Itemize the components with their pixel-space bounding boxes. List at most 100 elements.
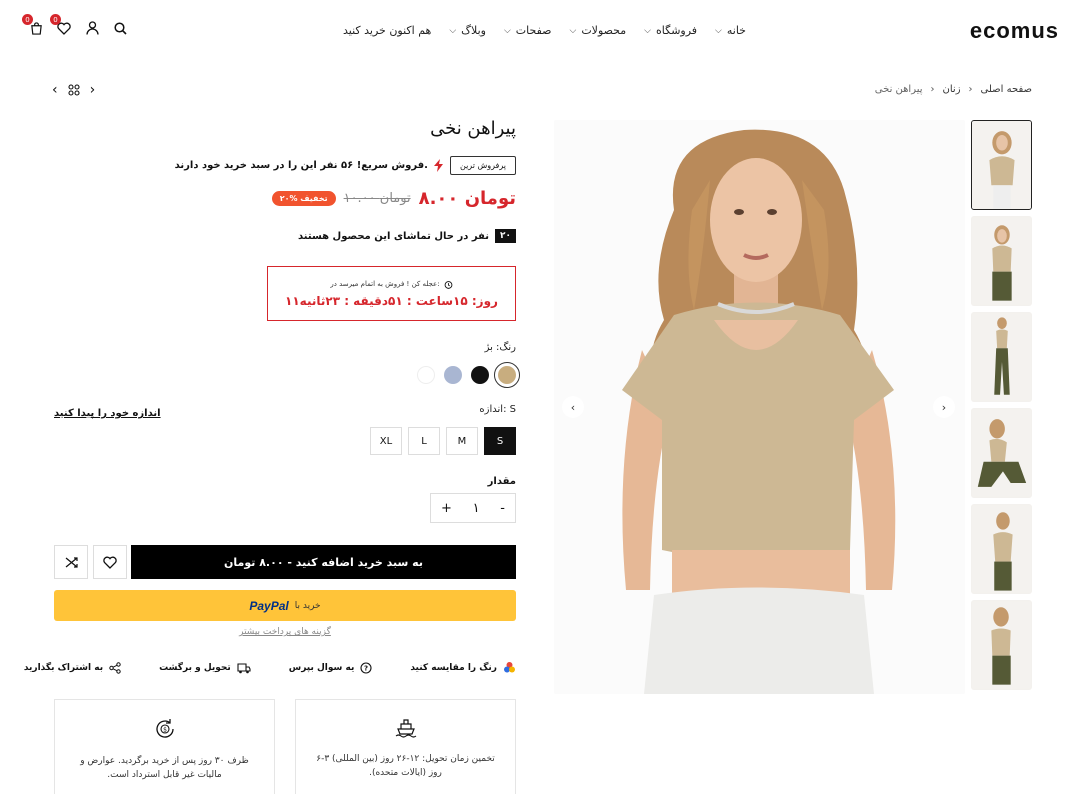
nav-label: هم اکنون خرید کنید bbox=[342, 24, 432, 37]
nav-pages[interactable]: صفحات ⌵ bbox=[504, 24, 552, 37]
delivery-action[interactable]: تحویل و برگشت bbox=[159, 661, 251, 674]
action-label: یه سوال بپرس bbox=[288, 662, 355, 673]
thumbnail[interactable] bbox=[971, 504, 1032, 594]
ship-icon bbox=[395, 719, 416, 738]
nav-label: خانه bbox=[726, 24, 746, 37]
compare-button[interactable] bbox=[54, 545, 88, 579]
next-image-button[interactable]: › bbox=[933, 396, 955, 418]
model-thumbnail-image bbox=[972, 601, 1031, 689]
alarm-clock-icon bbox=[444, 280, 452, 289]
breadcrumb-category[interactable]: زنان bbox=[943, 84, 961, 95]
prev-image-button[interactable]: ‹ bbox=[562, 396, 584, 418]
truck-icon bbox=[237, 662, 251, 673]
logo[interactable]: ecomus bbox=[970, 18, 1059, 44]
thumbnail[interactable] bbox=[971, 216, 1032, 306]
model-thumbnail-image bbox=[972, 313, 1031, 401]
ask-question-action[interactable]: ? یه سوال بپرس bbox=[289, 661, 373, 674]
nav-shop[interactable]: فروشگاه ⌵ bbox=[644, 24, 697, 37]
best-seller-badge[interactable]: پرفروش ترین bbox=[449, 156, 516, 175]
model-thumbnail-image bbox=[972, 505, 1031, 593]
search-icon bbox=[113, 21, 127, 35]
breadcrumb: صفحه اصلی › زنان › پیراهن نخی bbox=[875, 84, 1032, 95]
discount-badge: ۲۰% تخفیف bbox=[271, 191, 336, 206]
paypal-brand: PayPal bbox=[249, 598, 289, 613]
model-thumbnail-image bbox=[972, 409, 1031, 497]
quantity-value[interactable]: ۱ bbox=[473, 501, 480, 516]
hot-sale-text: فروش سریع! ۵۶ نفر این را در سبد خرید خود… bbox=[174, 160, 428, 171]
size-label: اندازه: S bbox=[479, 404, 516, 415]
heart-icon bbox=[103, 556, 117, 569]
paypal-logo: PayPal bbox=[249, 599, 288, 613]
cart-button[interactable]: 0 bbox=[22, 14, 44, 36]
action-label: رنگ را مقایسه کنید bbox=[410, 662, 497, 673]
countdown-time: ۱۱روز: ۱۵ساعت : ۵۱دقیقه : ۲۳ثانیه bbox=[285, 293, 498, 308]
size-option[interactable]: S bbox=[484, 427, 516, 455]
more-payment-link[interactable]: گزینه های پرداخت بیشتر bbox=[54, 627, 516, 637]
decrease-button[interactable]: - bbox=[500, 501, 505, 516]
add-to-cart-button[interactable]: به سبد خرید اضافه کنید - ۸.۰۰ تومان bbox=[131, 545, 516, 579]
countdown-label: عجله کن ! فروش به اتمام میرسد در: bbox=[330, 280, 440, 288]
shipping-text: تخمین زمان تحویل: ۱۲-۲۶ روز (بین المللی)… bbox=[316, 754, 495, 779]
chevron-left-icon: › bbox=[968, 84, 973, 95]
breadcrumb-current: پیراهن نخی bbox=[874, 84, 923, 95]
nav-products[interactable]: محصولات ⌵ bbox=[570, 24, 627, 37]
compare-colors-action[interactable]: رنگ را مقایسه کنید bbox=[410, 661, 516, 674]
grid-icon[interactable] bbox=[68, 84, 80, 96]
next-product-icon[interactable]: › bbox=[90, 82, 96, 98]
size-options: S M L XL bbox=[370, 427, 516, 455]
quantity-label: مقدار bbox=[487, 476, 516, 487]
viewers-count: ۲۰ bbox=[495, 229, 516, 243]
share-icon bbox=[109, 661, 121, 674]
svg-text:$: $ bbox=[163, 727, 167, 734]
increase-button[interactable]: + bbox=[441, 501, 452, 516]
account-button[interactable] bbox=[84, 20, 100, 36]
svg-text:?: ? bbox=[364, 664, 368, 672]
wishlist-button[interactable]: 0 bbox=[50, 14, 72, 36]
chevron-right-icon: › bbox=[941, 400, 947, 414]
chevron-down-icon: ⌵ bbox=[449, 25, 457, 36]
nav-home[interactable]: خانه ⌵ bbox=[715, 24, 746, 37]
share-action[interactable]: به اشتراک بگذارید bbox=[24, 661, 121, 674]
breadcrumb-home[interactable]: صفحه اصلی bbox=[981, 84, 1032, 95]
thumbnail[interactable] bbox=[971, 120, 1032, 210]
chevron-left-icon: › bbox=[930, 84, 935, 95]
returns-card: $ ظرف ۳۰ روز پس از خرید برگردید. عوارض و… bbox=[54, 699, 275, 794]
shipping-card: تخمین زمان تحویل: ۱۲-۲۶ روز (بین المللی)… bbox=[295, 699, 516, 794]
nav-blog[interactable]: وبلاگ ⌵ bbox=[449, 24, 486, 37]
size-guide-link[interactable]: اندازه خود را پیدا کنید bbox=[54, 408, 161, 419]
size-option[interactable]: M bbox=[446, 427, 478, 455]
color-swatches bbox=[417, 362, 520, 388]
size-option[interactable]: L bbox=[408, 427, 440, 455]
color-swatch-beige[interactable] bbox=[494, 362, 520, 388]
product-title: پیراهن نخی bbox=[430, 118, 516, 139]
header-icons: 0 0 bbox=[22, 14, 128, 36]
main-product-image[interactable]: ‹ › bbox=[554, 120, 965, 694]
cart-icon bbox=[30, 21, 42, 35]
prev-product-icon[interactable]: ‹ bbox=[52, 82, 58, 98]
color-swatch-black[interactable] bbox=[471, 366, 489, 384]
old-price: ۱۰.۰۰ تومان bbox=[343, 191, 411, 206]
thumbnail[interactable] bbox=[971, 600, 1032, 690]
viewers-text: نفر در حال تماشای این محصول هستند bbox=[298, 230, 489, 242]
lightning-icon bbox=[433, 159, 443, 172]
thumbnail[interactable] bbox=[971, 312, 1032, 402]
product-actions: رنگ را مقایسه کنید ? یه سوال بپرس تحویل … bbox=[24, 661, 516, 674]
main-nav: خانه ⌵ فروشگاه ⌵ محصولات ⌵ صفحات ⌵ وبلاگ ⌵ هم… bbox=[343, 24, 746, 37]
nav-label: صفحات bbox=[515, 24, 552, 37]
wishlist-add-button[interactable] bbox=[93, 545, 127, 579]
color-swatch-blue[interactable] bbox=[444, 366, 462, 384]
paypal-button[interactable]: PayPal خرید با bbox=[54, 590, 516, 621]
wishlist-badge: 0 bbox=[50, 14, 61, 25]
color-swatch-white[interactable] bbox=[417, 366, 435, 384]
countdown-label-row: عجله کن ! فروش به اتمام میرسد در: bbox=[330, 280, 452, 289]
product-price: ۸.۰۰ تومان bbox=[418, 188, 516, 209]
nav-buy-now[interactable]: هم اکنون خرید کنید bbox=[343, 24, 431, 37]
model-thumbnail-image bbox=[972, 217, 1031, 305]
thumbnail[interactable] bbox=[971, 408, 1032, 498]
search-button[interactable] bbox=[112, 20, 128, 36]
returns-text: ظرف ۳۰ روز پس از خرید برگردید. عوارض و م… bbox=[80, 756, 249, 781]
size-option[interactable]: XL bbox=[370, 427, 402, 455]
action-label: تحویل و برگشت bbox=[159, 662, 231, 673]
user-icon bbox=[85, 21, 99, 35]
chevron-down-icon: ⌵ bbox=[715, 25, 722, 36]
